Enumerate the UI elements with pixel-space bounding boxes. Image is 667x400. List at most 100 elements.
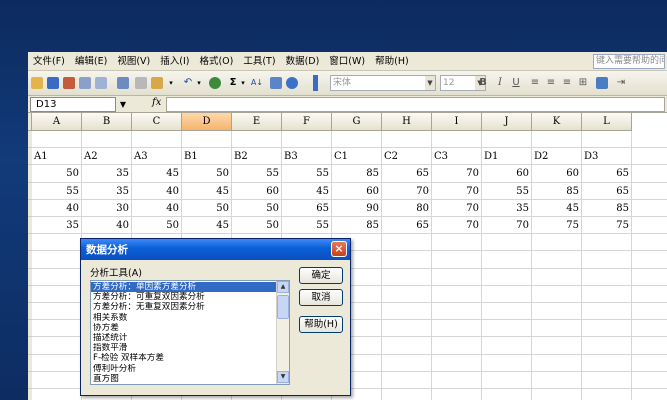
row-header[interactable] [28, 320, 32, 338]
menu-window[interactable]: 窗口(W) [324, 52, 370, 71]
header-cell[interactable]: C1 [332, 148, 382, 165]
header-cell[interactable]: A2 [82, 148, 132, 165]
row-header[interactable] [28, 303, 32, 321]
analysis-tool-item[interactable]: 方差分析：可重复双因素分析 [91, 292, 277, 302]
paste-dropdown-icon[interactable]: ▾ [167, 76, 175, 90]
dialog-titlebar[interactable]: 数据分析 × [81, 239, 350, 260]
undo-dropdown-icon[interactable]: ▾ [195, 76, 203, 90]
column-header-b[interactable]: B [82, 113, 132, 131]
data-cell[interactable]: 55 [282, 217, 332, 234]
menu-format[interactable]: 格式(O) [194, 52, 238, 71]
data-cell[interactable]: 60 [332, 183, 382, 200]
menu-insert[interactable]: 插入(I) [155, 52, 194, 71]
header-cell[interactable]: A1 [32, 148, 82, 165]
header-cell[interactable]: A3 [132, 148, 182, 165]
print-preview-icon[interactable] [95, 77, 107, 89]
data-cell[interactable]: 85 [582, 200, 632, 217]
data-cell[interactable]: 40 [32, 200, 82, 217]
toolbar-options-icon[interactable] [313, 75, 318, 91]
scroll-down-icon[interactable]: ▼ [277, 371, 289, 383]
ok-button[interactable]: 确定 [299, 267, 343, 284]
data-cell[interactable]: 65 [382, 165, 432, 182]
font-dropdown-arrow-icon[interactable]: ▼ [425, 76, 435, 90]
hyperlink-icon[interactable] [209, 77, 221, 89]
help-icon[interactable] [286, 77, 298, 89]
data-cell[interactable]: 90 [332, 200, 382, 217]
data-cell[interactable]: 85 [532, 183, 582, 200]
analysis-tool-item[interactable]: F-检验 双样本方差 [91, 353, 277, 363]
autosum-dropdown-icon[interactable]: ▾ [239, 76, 247, 90]
data-cell[interactable]: 80 [382, 200, 432, 217]
indent-icon[interactable]: ⇥ [614, 76, 628, 90]
column-header-k[interactable]: K [532, 113, 582, 131]
font-name-select[interactable]: 宋体 ▼ [330, 75, 436, 91]
data-cell[interactable]: 45 [182, 183, 232, 200]
data-cell[interactable]: 50 [132, 217, 182, 234]
header-cell[interactable]: D3 [582, 148, 632, 165]
row-header[interactable] [28, 285, 32, 303]
data-cell[interactable]: 50 [182, 165, 232, 182]
data-cell[interactable]: 30 [82, 200, 132, 217]
insert-function-icon[interactable]: fx [152, 97, 161, 108]
permission-icon[interactable] [63, 77, 75, 89]
row-header[interactable] [28, 337, 32, 355]
analysis-tool-item[interactable]: 直方图 [91, 374, 277, 384]
analysis-tool-item[interactable]: 描述统计 [91, 333, 277, 343]
data-cell[interactable]: 60 [482, 165, 532, 182]
data-cell[interactable]: 70 [432, 217, 482, 234]
undo-icon[interactable]: ↶ [181, 76, 195, 90]
data-cell[interactable]: 85 [332, 165, 382, 182]
data-cell[interactable]: 75 [582, 217, 632, 234]
formula-input[interactable] [166, 97, 665, 112]
data-cell[interactable]: 45 [182, 217, 232, 234]
data-cell[interactable]: 65 [582, 183, 632, 200]
save-icon[interactable] [47, 77, 59, 89]
close-button[interactable]: × [331, 241, 347, 257]
data-cell[interactable]: 35 [32, 217, 82, 234]
help-search-input[interactable]: 键入需要帮助的问题 [593, 54, 665, 69]
research-icon[interactable] [117, 77, 129, 89]
align-center-icon[interactable]: ≡ [544, 76, 558, 90]
scroll-thumb[interactable] [277, 295, 289, 319]
data-cell[interactable]: 45 [532, 200, 582, 217]
header-cell[interactable]: B1 [182, 148, 232, 165]
italic-button[interactable]: I [494, 76, 506, 90]
list-scrollbar[interactable]: ▲ ▼ [276, 281, 289, 384]
column-header-h[interactable]: H [382, 113, 432, 131]
column-header-a[interactable]: A [32, 113, 82, 131]
data-cell[interactable]: 50 [232, 217, 282, 234]
analysis-tool-item[interactable]: 方差分析：无重复双因素分析 [91, 302, 277, 312]
row-header[interactable] [28, 371, 32, 389]
data-cell[interactable]: 35 [482, 200, 532, 217]
paste-icon[interactable] [151, 77, 163, 89]
analysis-tool-item[interactable]: 相关系数 [91, 313, 277, 323]
data-cell[interactable]: 40 [132, 200, 182, 217]
row-header[interactable] [28, 131, 32, 149]
align-left-icon[interactable]: ≡ [528, 76, 542, 90]
data-cell[interactable]: 85 [332, 217, 382, 234]
row-header[interactable] [28, 268, 32, 286]
data-cell[interactable]: 40 [132, 183, 182, 200]
data-cell[interactable]: 60 [232, 183, 282, 200]
data-cell[interactable]: 55 [232, 165, 282, 182]
data-cell[interactable]: 55 [482, 183, 532, 200]
sort-ascending-icon[interactable]: A↓ [250, 76, 264, 90]
header-cell[interactable]: C3 [432, 148, 482, 165]
currency-icon[interactable] [596, 77, 608, 89]
data-cell[interactable]: 55 [282, 165, 332, 182]
data-cell[interactable]: 35 [82, 183, 132, 200]
copy-icon[interactable] [135, 77, 147, 89]
name-box[interactable]: D13 [30, 97, 116, 112]
analysis-tool-item[interactable]: 方差分析：单因素方差分析 [91, 282, 277, 292]
data-cell[interactable]: 65 [582, 165, 632, 182]
data-cell[interactable]: 70 [432, 183, 482, 200]
analysis-tools-list[interactable]: 方差分析：单因素方差分析 方差分析：可重复双因素分析 方差分析：无重复双因素分析 相关… [90, 280, 290, 385]
data-cell[interactable]: 65 [282, 200, 332, 217]
menu-tools[interactable]: 工具(T) [238, 52, 280, 71]
menu-edit[interactable]: 编辑(E) [70, 52, 112, 71]
column-header-c[interactable]: C [132, 113, 182, 131]
analysis-tool-item[interactable]: 协方差 [91, 323, 277, 333]
data-cell[interactable]: 40 [82, 217, 132, 234]
row-header[interactable] [28, 389, 32, 400]
data-cell[interactable]: 65 [382, 217, 432, 234]
